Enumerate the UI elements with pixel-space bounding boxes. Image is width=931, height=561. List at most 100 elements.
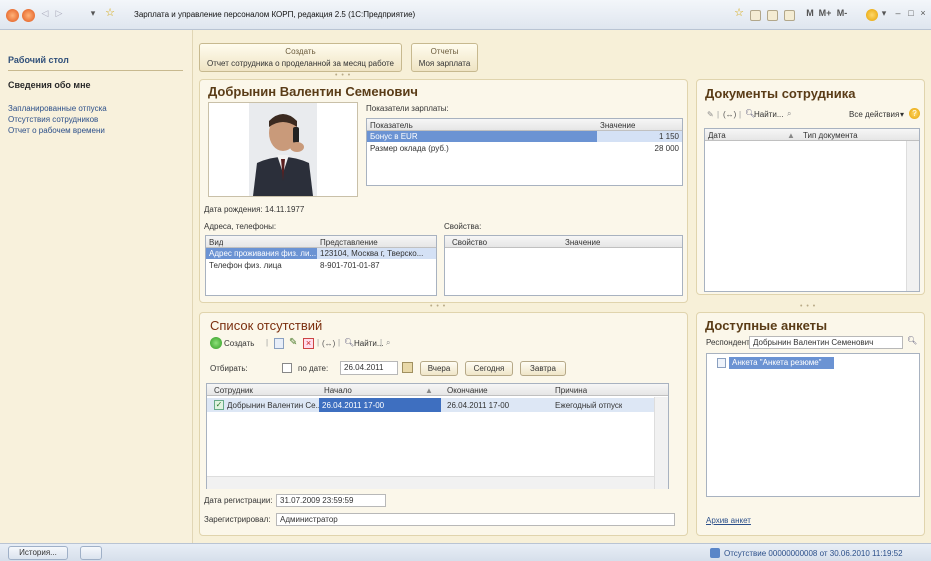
history-button[interactable]: История... — [8, 546, 68, 560]
absences-table[interactable]: Сотрудник Начало ▲ Окончание Причина ✓ Д… — [206, 383, 669, 489]
create-button[interactable]: Создать — [224, 339, 254, 348]
chevron-down-icon[interactable]: ▾ — [900, 110, 904, 119]
search-icon[interactable]: 🔍︎ — [344, 338, 354, 347]
abs-header-start[interactable]: Начало — [324, 386, 352, 395]
filter-checkbox[interactable] — [282, 363, 292, 373]
yesterday-button[interactable]: Вчера — [420, 361, 458, 376]
today-button[interactable]: Сегодня — [465, 361, 513, 376]
minimize-icon[interactable]: – — [893, 8, 903, 18]
cancel-search-icon[interactable]: ⌕ — [386, 338, 390, 348]
sidebar-item-absences[interactable]: Отсутствия сотрудников — [8, 115, 98, 124]
props-header-property[interactable]: Свойство — [452, 238, 487, 247]
list-item[interactable]: Анкета "Анкета резюме" — [729, 357, 834, 369]
forward-icon[interactable]: ▷ — [54, 8, 64, 19]
info-icon[interactable] — [866, 9, 878, 21]
my-salary-item[interactable]: Моя зарплата — [412, 59, 477, 68]
addr-row-value: 123104, Москва г, Тверско... — [317, 248, 436, 259]
app-logo-icon[interactable] — [6, 9, 19, 22]
vertical-scrollbar[interactable] — [654, 397, 668, 489]
reports-command-group[interactable]: Отчеты Моя зарплата — [411, 43, 478, 72]
horizontal-scrollbar[interactable] — [207, 476, 654, 489]
addr-header-value[interactable]: Представление — [320, 238, 378, 247]
delete-icon[interactable]: × — [303, 338, 314, 349]
splitter-handle[interactable]: • • • — [800, 303, 816, 310]
memory-plus-button[interactable]: M+ — [817, 8, 833, 18]
favorite-icon[interactable]: ☆ — [733, 6, 745, 19]
favorites-star-icon[interactable]: ☆ — [104, 6, 116, 19]
addresses-table[interactable]: Вид Представление Адрес проживания физ. … — [205, 235, 437, 296]
salary-header-value[interactable]: Значение — [600, 121, 635, 130]
edit-icon[interactable]: ✎ — [707, 110, 714, 119]
registered-by-field: Администратор — [276, 513, 675, 526]
abs-header-employee[interactable]: Сотрудник — [214, 386, 253, 395]
calendar-picker-icon[interactable] — [402, 362, 413, 373]
props-header-value[interactable]: Значение — [565, 238, 600, 247]
abs-row-start[interactable]: 26.04.2011 17-00 — [319, 398, 441, 412]
table-row[interactable]: ✓ Добрынин Валентин Се... 26.04.2011 17-… — [207, 398, 668, 412]
addr-header-kind[interactable]: Вид — [209, 238, 223, 247]
find-button[interactable]: Найти... — [754, 110, 784, 119]
addr-row-kind[interactable]: Телефон физ. лица — [209, 261, 282, 270]
tomorrow-button[interactable]: Завтра — [520, 361, 566, 376]
create-icon[interactable] — [210, 337, 222, 349]
addr-row-value: 8-901-701-01-87 — [320, 261, 380, 270]
respondent-label: Респондент: — [706, 338, 753, 347]
surveys-list[interactable]: Анкета "Анкета резюме" — [706, 353, 920, 497]
code-icon[interactable]: (↔) — [723, 110, 736, 119]
status-message[interactable]: Отсутствие 00000000008 от 30.06.2010 11:… — [724, 549, 903, 558]
documents-title: Документы сотрудника — [705, 86, 856, 101]
documents-table[interactable]: Дата ▲ Тип документа — [704, 128, 920, 292]
edit-icon[interactable]: ✎ — [289, 337, 297, 348]
doc-header-date[interactable]: Дата — [708, 131, 726, 140]
addresses-caption: Адреса, телефоны: — [204, 222, 277, 231]
info-icon[interactable] — [710, 548, 720, 558]
splitter-handle[interactable]: • • • — [335, 72, 351, 79]
abs-header-reason[interactable]: Причина — [555, 386, 587, 395]
addr-row-kind[interactable]: Адрес проживания физ. ли... — [206, 248, 317, 259]
cancel-search-icon[interactable]: ⌕ — [787, 109, 791, 119]
dropdown-icon[interactable]: ▾ — [88, 8, 98, 19]
surveys-title: Доступные анкеты — [705, 318, 828, 333]
date-input[interactable]: 26.04.2011 — [340, 361, 398, 375]
vertical-scrollbar[interactable] — [906, 141, 919, 291]
salary-table[interactable]: Показатель Значение Бонус в EUR 1 150 Ра… — [366, 118, 683, 186]
menu-button-icon[interactable] — [22, 9, 35, 22]
code-icon[interactable]: (↔) — [322, 339, 335, 348]
sidebar-item-planned-vacations[interactable]: Запланированные отпуска — [8, 104, 107, 113]
reg-date-label: Дата регистрации: — [204, 496, 273, 505]
splitter-handle[interactable]: • • • — [430, 303, 446, 310]
help-icon[interactable]: ? — [909, 108, 920, 119]
abs-header-end[interactable]: Окончание — [447, 386, 488, 395]
calendar-icon[interactable] — [767, 10, 778, 21]
sidebar-section-about-me[interactable]: Сведения обо мне — [8, 80, 91, 90]
search-icon[interactable]: 🔍︎ — [907, 336, 917, 345]
maximize-icon[interactable]: □ — [906, 8, 916, 18]
posted-document-icon: ✓ — [214, 400, 224, 410]
copy-icon[interactable] — [274, 338, 284, 349]
reg-date-field: 31.07.2009 23:59:59 — [276, 494, 386, 507]
properties-table[interactable]: Свойство Значение — [444, 235, 683, 296]
salary-row-name[interactable]: Размер оклада (руб.) — [370, 144, 449, 153]
memory-m-button[interactable]: M — [803, 8, 817, 18]
create-report-item[interactable]: Отчет сотрудника о проделанной за месяц … — [200, 59, 401, 68]
respondent-field[interactable]: Добрынин Валентин Семенович — [749, 336, 903, 349]
close-icon[interactable]: × — [918, 8, 928, 18]
sidebar: Рабочий стол Сведения обо мне Запланиров… — [0, 30, 193, 543]
sidebar-item-work-time-report[interactable]: Отчет о рабочем времени — [8, 126, 105, 135]
calculator-icon[interactable] — [784, 10, 795, 21]
table-row[interactable]: Бонус в EUR — [367, 131, 597, 142]
all-actions-menu[interactable]: Все действия — [849, 110, 899, 119]
doc-header-type[interactable]: Тип документа — [803, 131, 858, 140]
employee-photo-image — [209, 103, 357, 196]
create-command-group[interactable]: Создать Отчет сотрудника о проделанной з… — [199, 43, 402, 72]
survey-archive-link[interactable]: Архив анкет — [706, 516, 751, 525]
salary-header-indicator[interactable]: Показатель — [370, 121, 413, 130]
salary-row-value: 1 150 — [597, 131, 682, 142]
by-date-label: по дате: — [298, 364, 329, 373]
back-icon[interactable]: ◁ — [40, 8, 50, 19]
info-dropdown-icon[interactable]: ▾ — [880, 8, 888, 19]
desktop-link[interactable]: Рабочий стол — [8, 55, 69, 65]
windows-icon[interactable] — [80, 546, 102, 560]
memory-minus-button[interactable]: M- — [834, 8, 850, 18]
print-icon[interactable] — [750, 10, 761, 21]
